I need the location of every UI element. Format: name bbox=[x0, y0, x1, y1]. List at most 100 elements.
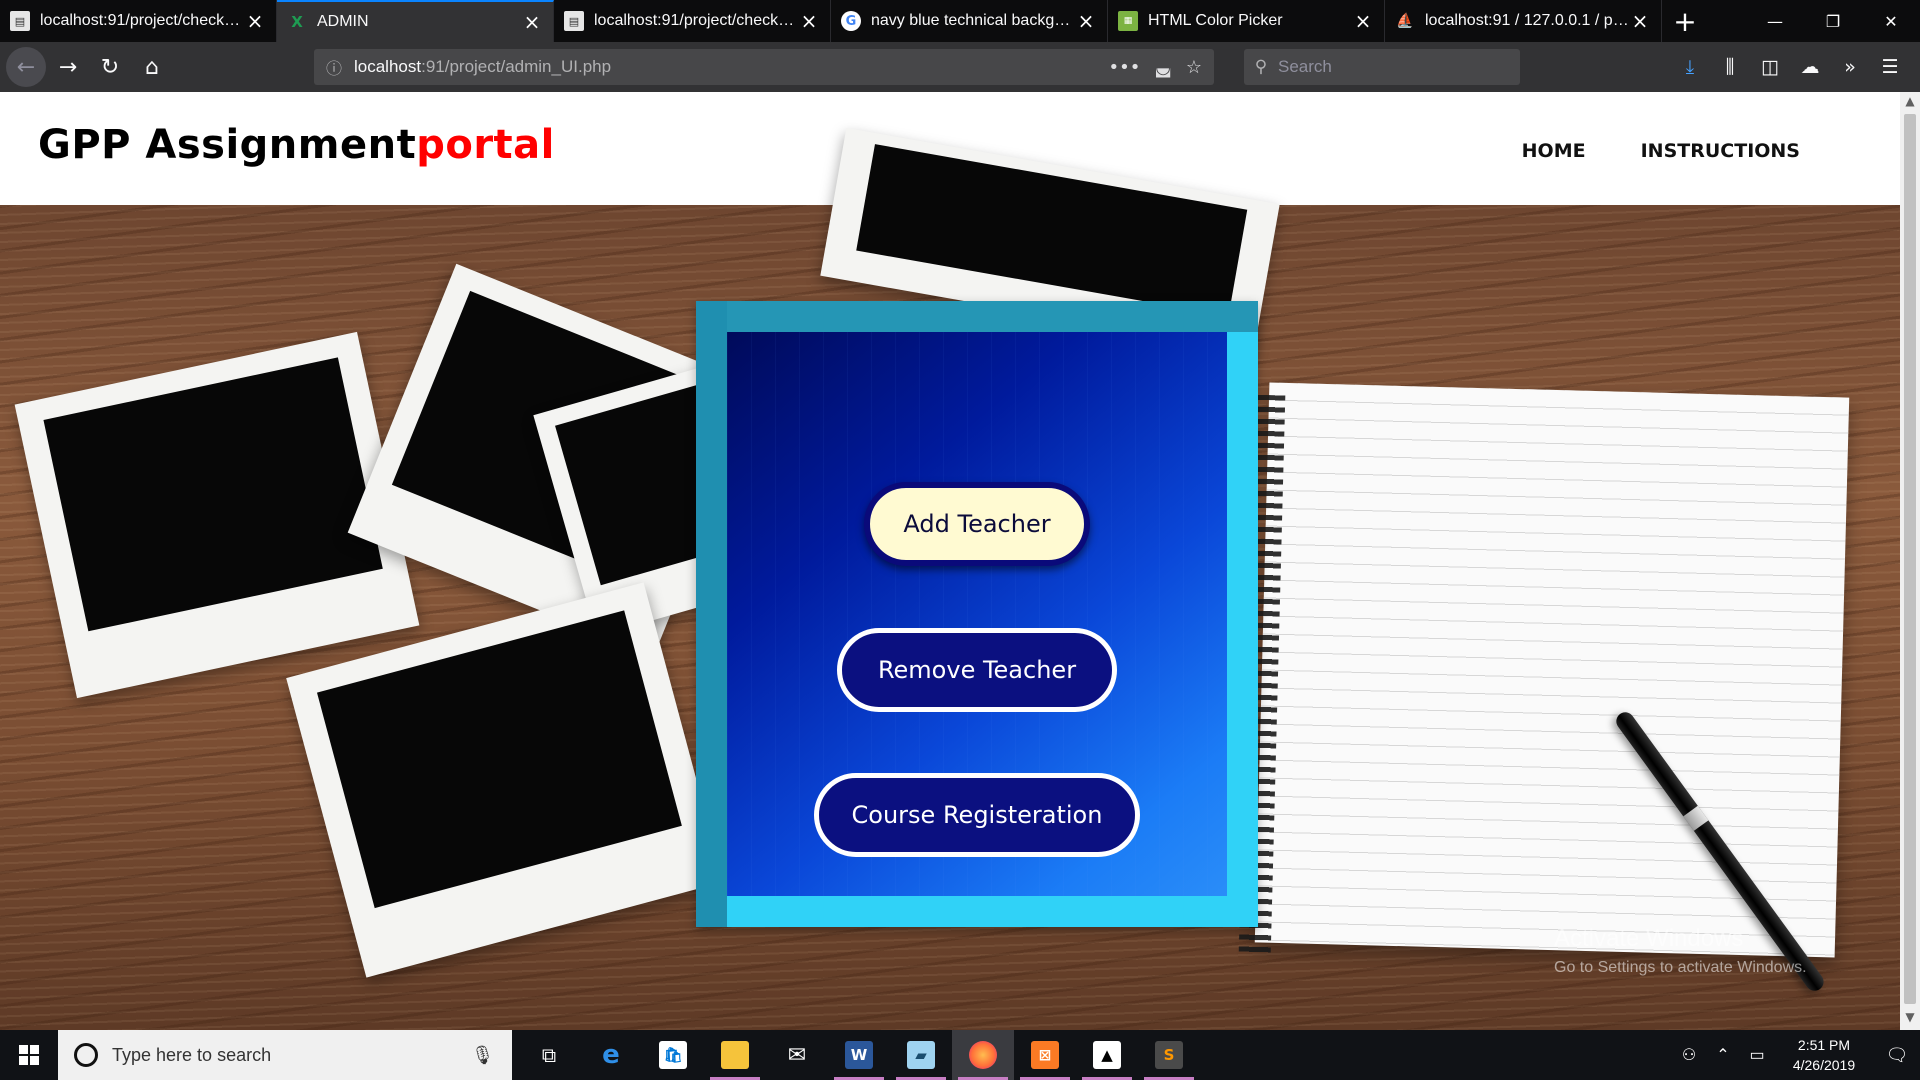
restore-button[interactable]: ❐ bbox=[1804, 0, 1862, 42]
new-tab-button[interactable]: + bbox=[1662, 0, 1708, 42]
close-icon[interactable]: × bbox=[1352, 9, 1374, 33]
tab-title: HTML Color Picker bbox=[1148, 12, 1283, 29]
notification-icon[interactable]: 🗨 bbox=[1874, 1045, 1920, 1066]
library-icon[interactable]: ⫼ bbox=[1710, 47, 1750, 87]
edge-icon: e bbox=[602, 1040, 620, 1070]
search-icon: ⚲ bbox=[1254, 57, 1268, 76]
course-registration-button[interactable]: Course Registeration bbox=[814, 773, 1140, 857]
xampp-button[interactable]: ⊠ bbox=[1014, 1030, 1076, 1080]
close-icon[interactable]: × bbox=[798, 9, 820, 33]
tab-checklogin-2[interactable]: ▤ localhost:91/project/checkLogin.php × bbox=[554, 0, 831, 42]
close-icon[interactable]: × bbox=[1075, 9, 1097, 33]
edge-button[interactable]: e bbox=[580, 1030, 642, 1080]
tab-admin[interactable]: X ADMIN × bbox=[277, 0, 554, 42]
restore-icon: ❐ bbox=[1825, 11, 1841, 31]
plus-icon: + bbox=[1673, 4, 1697, 38]
store-button[interactable]: 🛍 bbox=[642, 1030, 704, 1080]
task-view-icon: ⧉ bbox=[541, 1043, 557, 1067]
arrow-right-icon: → bbox=[58, 54, 78, 80]
logo-main: GPP Assignment bbox=[38, 122, 417, 168]
toolbar-right: ⤓ ⫼ ◫ ☁ » ☰ bbox=[1670, 47, 1910, 87]
minimize-button[interactable]: — bbox=[1746, 0, 1804, 42]
nav-link-instructions[interactable]: INSTRUCTIONS bbox=[1641, 140, 1800, 162]
menu-icon[interactable]: ☰ bbox=[1870, 47, 1910, 87]
clock[interactable]: 2:51 PM 4/26/2019 bbox=[1774, 1035, 1874, 1075]
mail-button[interactable]: ✉ bbox=[766, 1030, 828, 1080]
back-button[interactable]: ← bbox=[6, 47, 46, 87]
tab-phpmyadmin[interactable]: ⛵ localhost:91 / 127.0.0.1 / practice × bbox=[1385, 0, 1662, 42]
page-icon: ▤ bbox=[10, 11, 30, 31]
search-input[interactable]: ⚲ Search bbox=[1244, 49, 1520, 85]
firefox-button[interactable] bbox=[952, 1030, 1014, 1080]
page-viewport: GPP Assignmentportal HOME INSTRUCTIONS A… bbox=[0, 92, 1900, 1030]
vertical-scrollbar[interactable]: ▲ ▼ bbox=[1900, 92, 1920, 1030]
forward-button[interactable]: → bbox=[48, 47, 88, 87]
tab-google-search[interactable]: G navy blue technical background × bbox=[831, 0, 1108, 42]
sublime-button[interactable]: S bbox=[1138, 1030, 1200, 1080]
word-icon: W bbox=[845, 1041, 873, 1069]
close-icon[interactable]: × bbox=[521, 10, 543, 34]
windows-icon bbox=[19, 1045, 39, 1065]
close-icon: ✕ bbox=[1884, 11, 1898, 31]
admin-panel-body: Add Teacher Remove Teacher Course Regist… bbox=[727, 332, 1227, 896]
close-window-button[interactable]: ✕ bbox=[1862, 0, 1920, 42]
taskbar-apps: ⧉ e 🛍 ✉ W ▰ ⊠ ▲ S bbox=[518, 1030, 1200, 1080]
more-actions-icon[interactable]: ••• bbox=[1109, 57, 1141, 78]
notebook bbox=[1254, 382, 1850, 958]
watermark-subtitle: Go to Settings to activate Windows. bbox=[1554, 959, 1807, 976]
reload-icon: ↻ bbox=[100, 54, 120, 80]
home-button[interactable]: ⌂ bbox=[132, 47, 172, 87]
tab-strip: ▤ localhost:91/project/checkLogin.php × … bbox=[0, 0, 1920, 42]
microphone-icon[interactable]: 🎙 bbox=[471, 1045, 494, 1066]
bookmark-star-icon[interactable]: ☆ bbox=[1186, 57, 1202, 78]
people-icon[interactable]: ⚇ bbox=[1672, 1045, 1706, 1065]
x-icon: X bbox=[291, 13, 303, 31]
site-nav: HOME INSTRUCTIONS bbox=[1522, 140, 1800, 162]
pocket-icon[interactable]: ◛ bbox=[1154, 57, 1171, 78]
activate-windows-watermark: Activate Windows Go to Settings to activ… bbox=[1554, 925, 1807, 977]
scroll-thumb[interactable] bbox=[1904, 114, 1916, 1004]
chevron-up-icon[interactable]: ⌃ bbox=[1706, 1045, 1740, 1065]
notes-button[interactable]: ▰ bbox=[890, 1030, 952, 1080]
tab-title: localhost:91/project/checkLogin.php bbox=[594, 12, 798, 29]
phpmyadmin-icon: ⛵ bbox=[1396, 13, 1414, 29]
url-bar[interactable]: ⓘ localhost:91/project/admin_UI.php ••• … bbox=[314, 49, 1214, 85]
admin-panel: Add Teacher Remove Teacher Course Regist… bbox=[696, 301, 1258, 927]
close-icon[interactable]: × bbox=[1629, 9, 1651, 33]
tab-title: ADMIN bbox=[317, 13, 369, 30]
url-host: localhost bbox=[354, 57, 422, 76]
nav-link-home[interactable]: HOME bbox=[1522, 140, 1586, 162]
remove-teacher-button[interactable]: Remove Teacher bbox=[837, 628, 1117, 712]
color-picker-icon: ▦ bbox=[1118, 11, 1138, 31]
sublime-icon: S bbox=[1155, 1041, 1183, 1069]
reload-button[interactable]: ↻ bbox=[90, 47, 130, 87]
downloads-icon[interactable]: ⤓ bbox=[1670, 47, 1710, 87]
start-button[interactable] bbox=[0, 1030, 58, 1080]
sidebar-icon[interactable]: ◫ bbox=[1750, 47, 1790, 87]
minimize-icon: — bbox=[1767, 11, 1783, 31]
overflow-icon[interactable]: » bbox=[1830, 47, 1870, 87]
incognito-icon[interactable]: ☁ bbox=[1790, 47, 1830, 87]
page-actions: ••• ◛ ☆ bbox=[1109, 57, 1214, 78]
taskbar-search[interactable]: Type here to search 🎙 bbox=[58, 1030, 512, 1080]
info-icon[interactable]: ⓘ bbox=[314, 55, 354, 79]
tab-checklogin-1[interactable]: ▤ localhost:91/project/checkLogin.php × bbox=[0, 0, 277, 42]
cortana-icon bbox=[74, 1043, 98, 1067]
task-view-button[interactable]: ⧉ bbox=[518, 1030, 580, 1080]
site-logo[interactable]: GPP Assignmentportal bbox=[38, 122, 555, 168]
tab-color-picker[interactable]: ▦ HTML Color Picker × bbox=[1108, 0, 1385, 42]
photos-icon: ▲ bbox=[1093, 1041, 1121, 1069]
clock-time: 2:51 PM bbox=[1797, 1037, 1851, 1053]
close-icon[interactable]: × bbox=[244, 9, 266, 33]
file-explorer-button[interactable] bbox=[704, 1030, 766, 1080]
polaroid-photo bbox=[286, 582, 724, 978]
firefox-icon bbox=[969, 1041, 997, 1069]
scroll-down-icon[interactable]: ▼ bbox=[1900, 1010, 1920, 1028]
battery-icon[interactable]: ▭ bbox=[1740, 1045, 1774, 1065]
word-button[interactable]: W bbox=[828, 1030, 890, 1080]
scroll-up-icon[interactable]: ▲ bbox=[1900, 94, 1920, 112]
add-teacher-button[interactable]: Add Teacher bbox=[864, 482, 1090, 566]
taskbar: Type here to search 🎙 ⧉ e 🛍 ✉ W ▰ ⊠ ▲ S … bbox=[0, 1030, 1920, 1080]
url-path: :91/project/admin_UI.php bbox=[421, 57, 612, 76]
photos-button[interactable]: ▲ bbox=[1076, 1030, 1138, 1080]
